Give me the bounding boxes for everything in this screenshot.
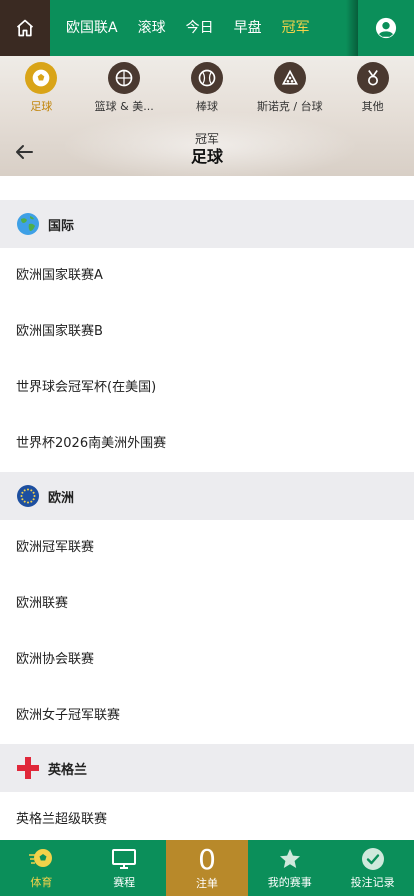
tab-label: 投注记录 — [350, 875, 395, 889]
tab-label: 体育 — [30, 875, 53, 889]
tab-label: 我的赛事 — [267, 875, 312, 889]
top-nav: 欧国联A 滚球 今日 早盘 冠军 — [0, 0, 414, 56]
league-item[interactable]: 欧洲国家联赛B — [0, 304, 414, 360]
sport-header: 足球 篮球 & 美... 棒球 斯诺克 / 台球 其他 冠军 足球 — [0, 56, 414, 176]
tab-outright[interactable]: 冠军 — [272, 0, 320, 56]
eu-flag-icon — [16, 484, 40, 508]
soccer-ball-icon — [25, 62, 58, 94]
snooker-icon — [273, 62, 306, 94]
sport-other[interactable]: 其他 — [331, 62, 414, 118]
account-button[interactable] — [358, 0, 414, 56]
section-name: 英格兰 — [48, 762, 88, 778]
sport-label: 篮球 & 美... — [94, 100, 154, 113]
baseball-icon — [190, 62, 223, 94]
england-flag-icon — [16, 756, 40, 780]
basketball-football-icon — [108, 62, 141, 94]
tab-nations-league-a[interactable]: 欧国联A — [56, 0, 128, 56]
section-name: 欧洲 — [48, 490, 75, 506]
section-name: 国际 — [48, 218, 75, 234]
tabs-scroll-shadow — [346, 0, 358, 56]
tab-bet-history[interactable]: 投注记录 — [331, 840, 414, 896]
tab-bet-slip[interactable]: 0 注单 — [165, 840, 249, 896]
tab-my-events[interactable]: 我的赛事 — [248, 840, 331, 896]
sport-soccer[interactable]: 足球 — [0, 62, 83, 118]
sports-icon — [29, 848, 53, 867]
league-item[interactable]: 欧洲女子冠军联赛 — [0, 688, 414, 744]
bottom-tab-bar: 体育 赛程 0 注单 我的赛事 投注记录 — [0, 840, 414, 896]
market-tabs: 欧国联A 滚球 今日 早盘 冠军 — [50, 0, 346, 56]
sport-label: 足球 — [30, 100, 53, 113]
league-item[interactable]: 欧洲冠军联赛 — [0, 520, 414, 576]
home-button[interactable] — [0, 0, 50, 56]
sport-snooker[interactable]: 斯诺克 / 台球 — [248, 62, 331, 118]
tab-today[interactable]: 今日 — [176, 0, 224, 56]
sport-baseball[interactable]: 棒球 — [166, 62, 249, 118]
page-title: 冠军 足球 — [0, 132, 414, 168]
league-item[interactable]: 英格兰超级联赛 — [0, 792, 414, 840]
tab-sports[interactable]: 体育 — [0, 840, 83, 896]
check-circle-icon — [361, 847, 384, 870]
league-item[interactable]: 世界球会冠军杯(在美国) — [0, 360, 414, 416]
tab-label: 注单 — [195, 877, 218, 890]
star-icon — [279, 848, 300, 868]
sport-selector: 足球 篮球 & 美... 棒球 斯诺克 / 台球 其他 — [0, 62, 414, 118]
user-icon — [375, 17, 397, 39]
medal-icon — [356, 62, 389, 94]
section-header-europe[interactable]: 欧洲 — [0, 472, 414, 520]
tab-in-play[interactable]: 滚球 — [128, 0, 176, 56]
bet-slip-count: 0 — [198, 843, 216, 876]
tab-early[interactable]: 早盘 — [224, 0, 272, 56]
tab-schedule[interactable]: 赛程 — [83, 840, 166, 896]
sport-label: 棒球 — [195, 100, 218, 113]
league-list: 国际 欧洲国家联赛A 欧洲国家联赛B 世界球会冠军杯(在美国) 世界杯2026南… — [0, 176, 414, 840]
league-item[interactable]: 欧洲协会联赛 — [0, 632, 414, 688]
section-header-england[interactable]: 英格兰 — [0, 744, 414, 792]
sport-label: 其他 — [361, 100, 384, 113]
league-item[interactable]: 世界杯2026南美洲外围赛 — [0, 416, 414, 472]
tab-label: 赛程 — [113, 875, 136, 889]
globe-icon — [16, 212, 40, 236]
page-subtitle: 冠军 — [194, 132, 219, 146]
page-heading: 足球 — [190, 147, 223, 166]
league-item[interactable]: 欧洲联赛 — [0, 576, 414, 632]
list-top-spacer — [0, 176, 414, 200]
league-item[interactable]: 欧洲国家联赛A — [0, 248, 414, 304]
section-header-international[interactable]: 国际 — [0, 200, 414, 248]
home-icon — [16, 19, 34, 37]
monitor-icon — [112, 848, 137, 869]
sport-label: 斯诺克 / 台球 — [256, 100, 323, 113]
sport-basketball-football[interactable]: 篮球 & 美... — [83, 62, 166, 118]
